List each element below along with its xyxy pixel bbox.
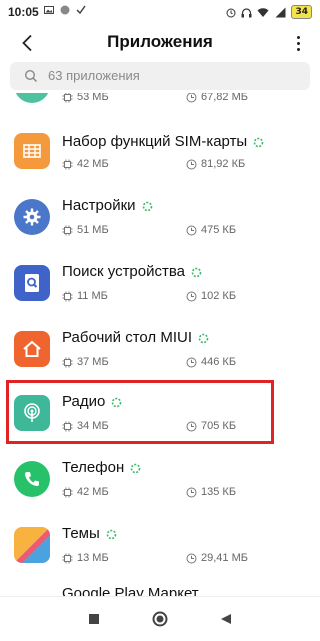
app-list[interactable]: 53 МБ 67,82 МБ Набор функций SIM-карты 4…	[0, 93, 320, 596]
app-data-size: 446 КБ	[186, 356, 236, 368]
list-item-sim-toolkit[interactable]: Набор функций SIM-карты 42 МБ 81,92 КБ	[0, 123, 320, 183]
app-name: Поиск устройства	[62, 263, 202, 280]
app-size: 42 МБ	[62, 158, 109, 170]
more-vertical-icon	[296, 35, 300, 39]
app-data-size: 135 КБ	[186, 486, 236, 498]
app-data-size: 67,82 МБ	[186, 93, 248, 103]
status-bar: 10:05 34	[0, 0, 320, 24]
status-time: 10:05	[8, 5, 39, 19]
clock-icon	[186, 553, 197, 563]
circle-icon	[152, 611, 168, 627]
alarm-icon	[226, 8, 236, 17]
sim-toolkit-icon	[14, 133, 50, 169]
list-item-themes[interactable]: Темы 13 МБ 29,41 МБ	[0, 517, 320, 577]
clock-icon	[186, 487, 197, 497]
app-name: Google Play Маркет	[62, 585, 199, 596]
app-size: 13 МБ	[62, 552, 109, 564]
loading-spinner-icon	[198, 333, 209, 343]
app-header: Приложения	[0, 24, 320, 62]
headphones-icon	[241, 7, 252, 17]
app-icon-partial	[14, 93, 50, 103]
loading-spinner-icon	[253, 137, 264, 147]
image-notification-icon	[44, 6, 54, 14]
loading-spinner-icon	[106, 529, 117, 539]
triangle-back-icon	[221, 614, 231, 624]
circle-notification-icon	[60, 5, 70, 15]
app-name: Настройки	[62, 197, 153, 214]
page-title: Приложения	[107, 32, 213, 51]
chip-icon	[62, 487, 73, 497]
wifi-icon	[257, 7, 269, 17]
search-placeholder: 63 приложения	[48, 68, 140, 83]
navigation-bar	[0, 596, 320, 641]
more-options-button[interactable]	[292, 31, 304, 55]
app-size: 11 МБ	[62, 290, 108, 302]
search-input[interactable]: 63 приложения	[10, 62, 310, 90]
chip-icon	[62, 225, 73, 235]
play-market-icon	[14, 589, 50, 596]
clock-icon	[186, 159, 197, 169]
clock-icon	[186, 291, 197, 301]
check-notification-icon	[76, 5, 86, 15]
chip-icon	[62, 93, 73, 102]
app-size: 51 МБ	[62, 224, 109, 236]
app-size: 42 МБ	[62, 486, 109, 498]
highlight-frame	[6, 380, 274, 444]
square-icon	[89, 614, 99, 624]
app-size: 53 МБ	[62, 93, 109, 103]
list-item-play-market[interactable]: Google Play Маркет	[0, 583, 320, 596]
app-size: 37 МБ	[62, 356, 109, 368]
themes-icon	[14, 527, 50, 563]
app-name: Темы	[62, 525, 117, 542]
clock-icon	[186, 357, 197, 367]
loading-spinner-icon	[142, 201, 152, 211]
list-item-find-device[interactable]: Поиск устройства 11 МБ 102 КБ	[0, 255, 320, 315]
phone-icon	[14, 461, 50, 497]
loading-spinner-icon	[130, 463, 141, 473]
notification-icons	[44, 5, 86, 15]
list-item-phone[interactable]: Телефон 42 МБ 135 КБ	[0, 451, 320, 511]
back-nav-button[interactable]	[218, 611, 234, 627]
clock-icon	[186, 93, 197, 102]
clock-icon	[186, 225, 197, 235]
chip-icon	[62, 159, 73, 169]
app-data-size: 81,92 КБ	[186, 158, 245, 170]
battery-indicator: 34	[291, 5, 312, 19]
app-name: Телефон	[62, 459, 141, 476]
app-data-size: 475 КБ	[186, 224, 236, 236]
app-data-size: 102 КБ	[186, 290, 236, 302]
home-button[interactable]	[152, 611, 168, 627]
settings-gear-icon	[14, 199, 50, 235]
find-device-icon	[14, 265, 50, 301]
recent-apps-button[interactable]	[86, 611, 102, 627]
chip-icon	[62, 553, 73, 563]
home-icon	[14, 331, 50, 367]
app-name: Рабочий стол MIUI	[62, 329, 209, 346]
list-item-miui-launcher[interactable]: Рабочий стол MIUI 37 МБ 446 КБ	[0, 321, 320, 381]
chip-icon	[62, 357, 73, 367]
app-data-size: 29,41 МБ	[186, 552, 248, 564]
chip-icon	[62, 291, 73, 301]
list-item[interactable]: 53 МБ 67,82 МБ	[0, 93, 320, 115]
list-item-settings[interactable]: Настройки 51 МБ 475 КБ	[0, 189, 320, 249]
search-icon	[24, 69, 38, 83]
app-name: Набор функций SIM-карты	[62, 133, 264, 150]
loading-spinner-icon	[191, 267, 202, 277]
system-status-icons: 34	[226, 5, 312, 19]
signal-icon	[275, 7, 286, 17]
